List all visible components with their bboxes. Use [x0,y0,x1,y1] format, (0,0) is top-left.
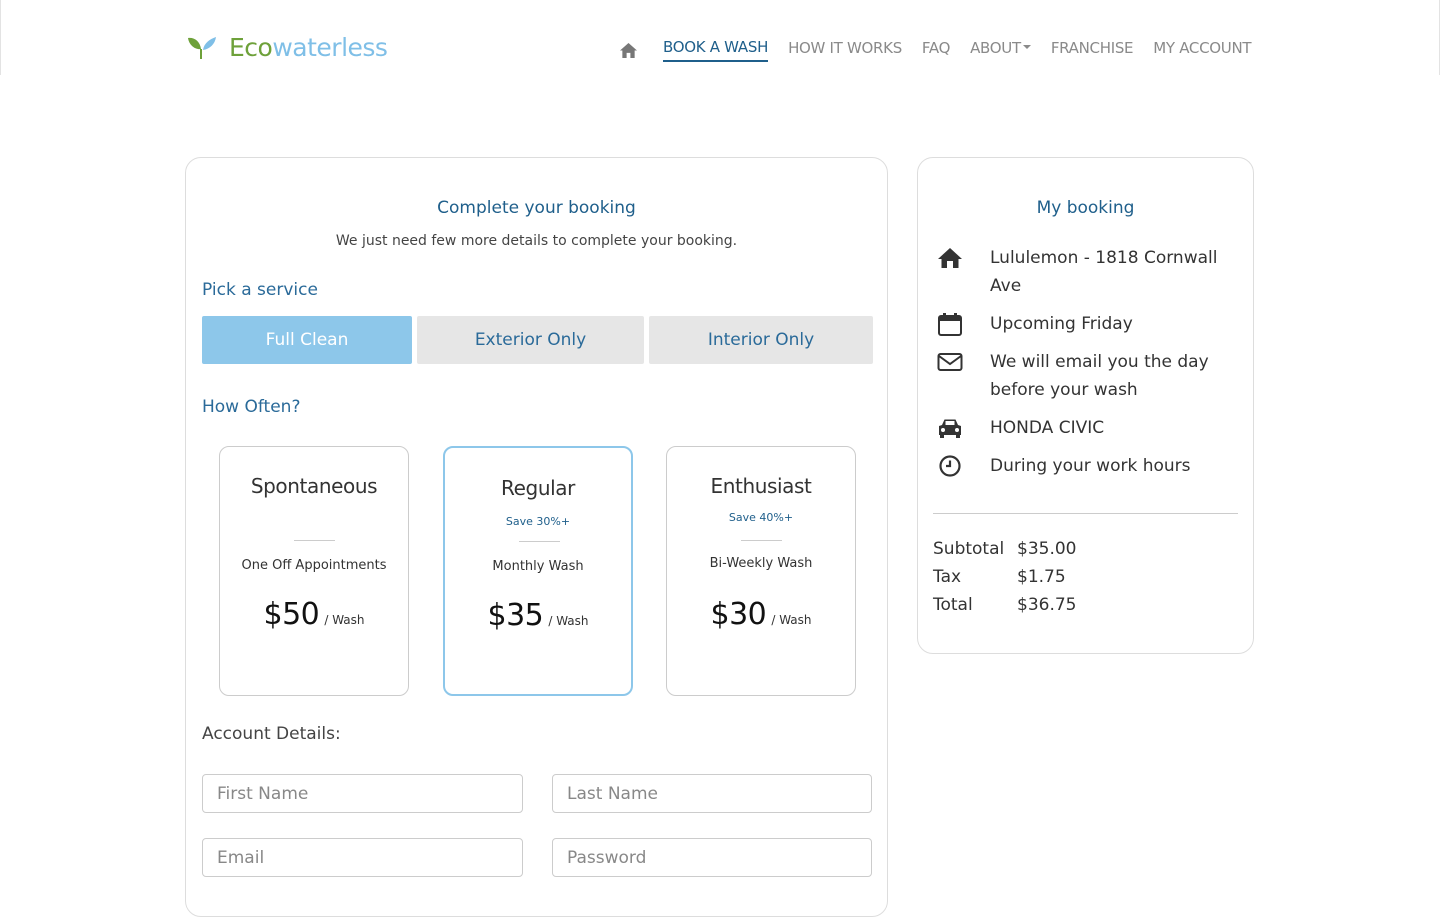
email-field[interactable] [202,838,523,877]
plan-price-unit: / Wash [771,613,812,627]
summary-location-text: Lululemon - 1818 Cornwall Ave [990,248,1218,296]
how-often-label: How Often? [202,397,301,417]
plan-price: $35 / Wash [445,598,631,633]
plan-divider [519,541,560,542]
total-row: Total $36.75 [933,591,1076,619]
summary-title: My booking [1036,198,1135,218]
summary-time-text: During your work hours [990,456,1191,476]
summary-divider [933,513,1238,514]
plan-name: Regular [501,476,575,500]
plan-price: $50 / Wash [220,597,408,632]
plan-description: Bi-Weekly Wash [709,556,813,571]
plan-options: Spontaneous One Off Appointments $50 / W… [219,446,856,696]
tax-label: Tax [933,567,962,587]
envelope-icon [936,348,964,376]
plan-price: $30 / Wash [667,597,855,632]
tax-value: $1.75 [1017,567,1066,587]
plan-spontaneous-card[interactable]: Spontaneous One Off Appointments $50 / W… [219,446,409,696]
plan-price-amount: $35 [487,598,544,633]
plan-savings: Save 40%+ [728,511,794,524]
plan-name: Spontaneous [250,474,378,498]
logo-text: Ecowaterless [229,33,388,62]
summary-email-note: We will email you the day before your wa… [936,348,1236,404]
summary-vehicle-text: HONDA CIVIC [990,418,1105,438]
total-value: $36.75 [1017,595,1077,615]
service-options: Full Clean Exterior Only Interior Only [202,316,873,364]
plan-enthusiast-card[interactable]: Enthusiast Save 40%+ Bi-Weekly Wash $30 … [666,446,856,696]
service-interior-only-button[interactable]: Interior Only [649,316,873,364]
first-name-field[interactable] [202,774,523,813]
summary-date: Upcoming Friday [936,310,1236,338]
subtotal-row: Subtotal $35.00 [933,535,1076,563]
nav-my-account[interactable]: MY ACCOUNT [1153,39,1251,61]
plan-description: One Off Appointments [241,558,387,573]
plan-price-unit: / Wash [324,613,365,627]
last-name-field[interactable] [552,774,872,813]
summary-vehicle: HONDA CIVIC [936,414,1236,442]
password-field[interactable] [552,838,872,877]
booking-subtitle: We just need few more details to complet… [335,233,738,249]
clock-icon [936,452,964,480]
booking-title: Complete your booking [437,198,636,218]
plan-divider [741,540,782,541]
plan-name: Enthusiast [710,474,812,498]
calendar-icon [936,310,964,338]
nav-about-dropdown[interactable]: ABOUT [970,39,1031,61]
plan-regular-card[interactable]: Regular Save 30%+ Monthly Wash $35 / Was… [443,446,633,696]
nav-franchise[interactable]: FRANCHISE [1051,39,1134,61]
home-icon [936,244,964,272]
caret-down-icon [1022,44,1031,49]
summary-time: During your work hours [936,452,1236,480]
plan-price-unit: / Wash [548,614,589,628]
account-details-label: Account Details: [202,724,341,744]
nav-about-label: ABOUT [970,39,1021,57]
plan-divider [294,540,335,541]
total-label: Total [933,595,973,615]
nav-faq[interactable]: FAQ [922,39,950,61]
plan-savings: Save 30%+ [505,515,571,528]
pick-service-label: Pick a service [202,280,318,300]
car-icon [936,414,964,442]
plan-description: Monthly Wash [492,559,584,574]
home-icon [620,42,637,58]
site-header: Ecowaterless BOOK A WASH HOW IT WORKS FA… [0,0,1440,75]
subtotal-label: Subtotal [933,539,1005,559]
site-logo[interactable]: Ecowaterless [186,33,388,62]
main-nav: BOOK A WASH HOW IT WORKS FAQ ABOUT FRANC… [619,38,1271,62]
nav-home-link[interactable] [619,40,639,60]
price-totals: Subtotal $35.00 Tax $1.75 Total $36.75 [933,535,1076,619]
booking-summary-card: My booking Lululemon - 1818 Cornwall Ave… [917,157,1254,654]
nav-how-it-works[interactable]: HOW IT WORKS [788,39,902,61]
plan-price-amount: $30 [710,597,767,632]
booking-card: Complete your booking We just need few m… [185,157,888,917]
nav-book-a-wash[interactable]: BOOK A WASH [663,38,768,62]
service-full-clean-button[interactable]: Full Clean [202,316,412,364]
subtotal-value: $35.00 [1017,539,1077,559]
tax-row: Tax $1.75 [933,563,1076,591]
plan-price-amount: $50 [263,597,320,632]
leaf-drop-icon [188,36,216,59]
summary-location: Lululemon - 1818 Cornwall Ave [936,244,1236,300]
summary-date-text: Upcoming Friday [990,314,1133,334]
summary-email-text: We will email you the day before your wa… [990,352,1209,400]
service-exterior-only-button[interactable]: Exterior Only [417,316,644,364]
